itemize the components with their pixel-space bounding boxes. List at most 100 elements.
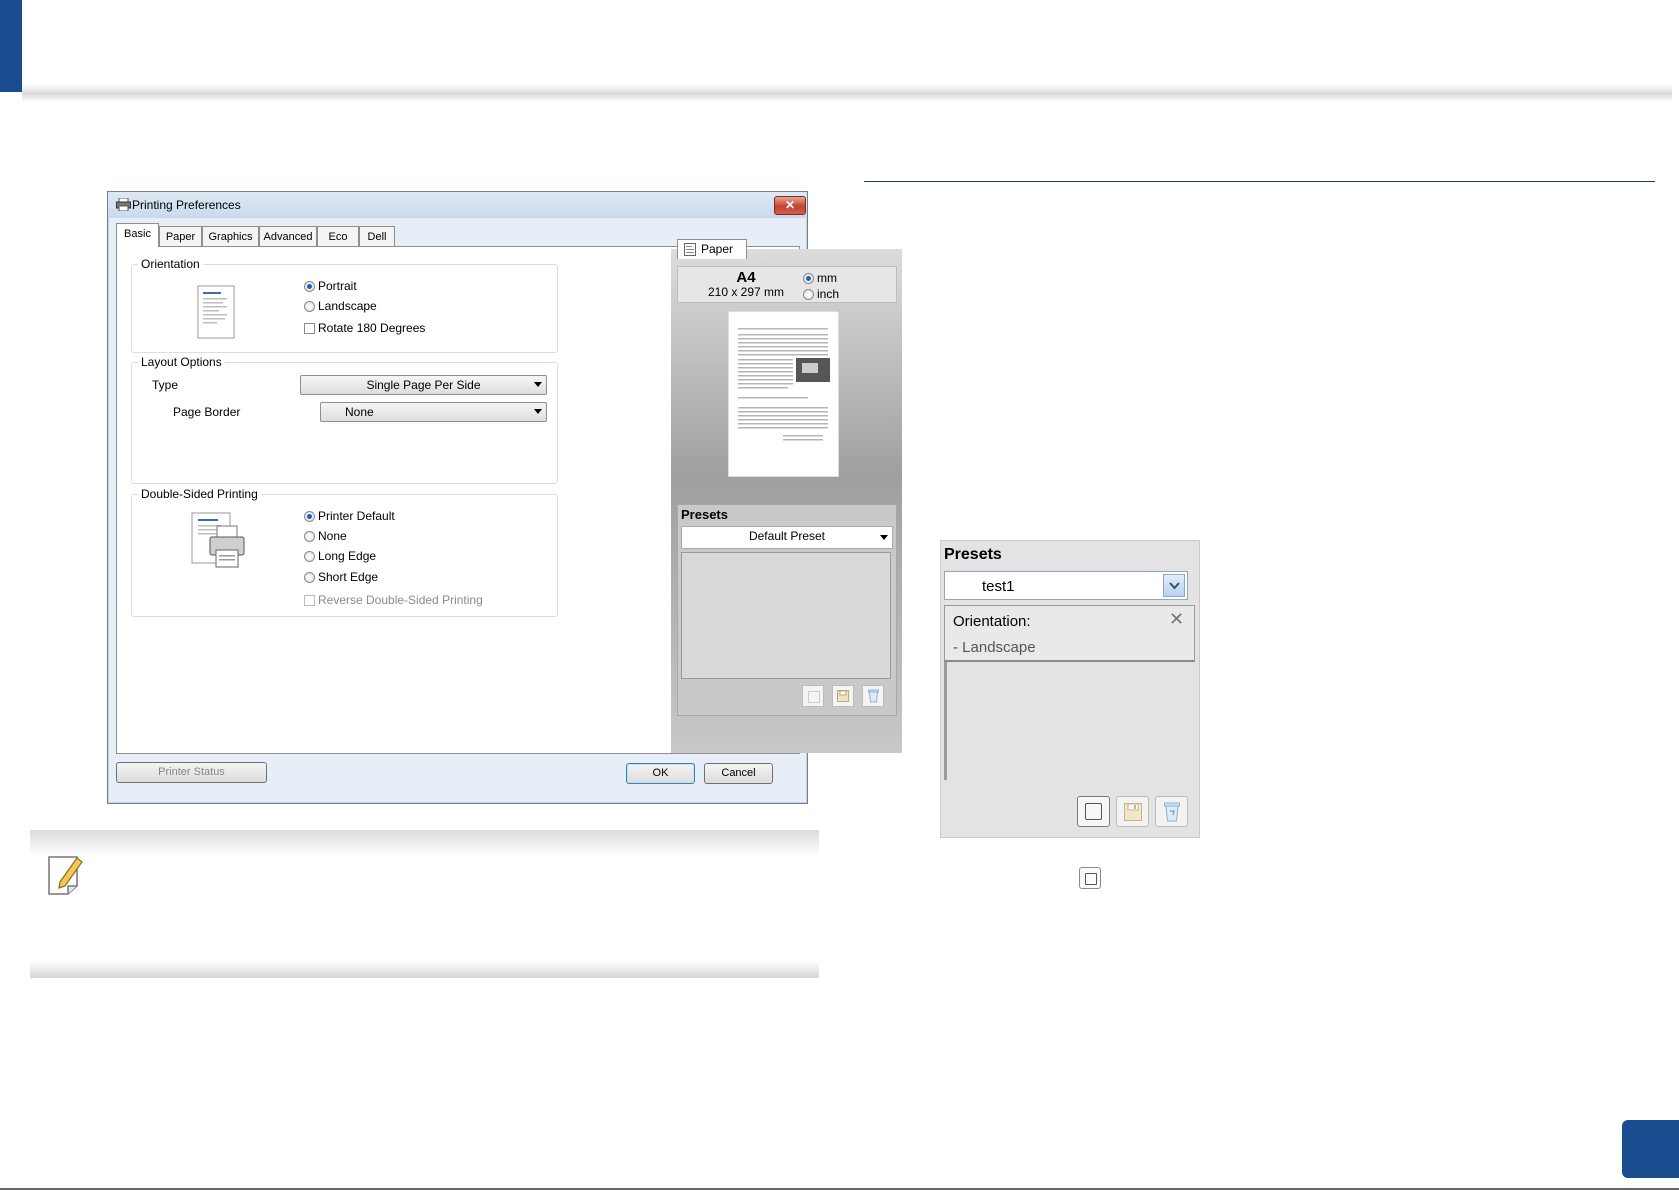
presets-zoom-dropdown-button[interactable] <box>1163 574 1185 597</box>
landscape-label: Landscape <box>318 299 377 313</box>
top-accent-bar <box>0 0 22 92</box>
page-number-badge <box>1622 1120 1679 1178</box>
preset-item-orientation[interactable]: Orientation: - Landscape ✕ <box>944 605 1195 662</box>
double-sided-label: Double-Sided Printing <box>138 487 261 501</box>
duplex-none-radio[interactable]: None <box>304 528 347 544</box>
page-border-value: None <box>345 405 374 419</box>
page-icon <box>684 243 696 256</box>
add-preset-icon <box>1085 803 1102 820</box>
unit-inch-label: inch <box>817 287 840 301</box>
presets-zoom-panel: Presets test1 Orientation: - Landscape ✕ <box>940 540 1200 838</box>
save-preset-zoom-button[interactable] <box>1116 796 1149 827</box>
paper-size-dims: 210 x 297 mm <box>707 285 785 299</box>
radio-selected-icon <box>803 272 814 284</box>
radio-icon <box>304 530 315 542</box>
delete-preset-button[interactable] <box>862 685 884 707</box>
presets-zoom-value: test1 <box>982 578 1015 595</box>
page-border-label: Page Border <box>173 405 241 419</box>
radio-selected-icon <box>304 510 315 522</box>
chevron-down-icon <box>1169 582 1180 590</box>
dialog-title: Printing Preferences <box>132 198 241 212</box>
paper-size-box: A4 210 x 297 mm mm inch <box>677 266 897 303</box>
presets-select[interactable]: Default Preset <box>681 526 893 549</box>
unit-inch-radio[interactable]: inch <box>803 286 839 302</box>
presets-zoom-label: Presets <box>944 546 1002 563</box>
dialog-titlebar[interactable]: Printing Preferences ✕ <box>108 192 807 218</box>
rotate-180-label: Rotate 180 Degrees <box>318 321 426 335</box>
long-edge-label: Long Edge <box>318 549 377 563</box>
printing-preferences-dialog: Printing Preferences ✕ Basic Paper Graph… <box>107 191 902 804</box>
add-preset-button[interactable] <box>802 685 824 707</box>
unit-mm-radio[interactable]: mm <box>803 270 837 286</box>
presets-zoom-select[interactable]: test1 <box>944 571 1188 600</box>
double-sided-group: Double-Sided Printing Printer Default No… <box>131 487 558 617</box>
preset-item-value: - Landscape <box>953 639 1036 656</box>
chevron-down-icon <box>534 409 542 414</box>
presets-label: Presets <box>681 507 728 522</box>
remove-item-icon[interactable]: ✕ <box>1169 609 1184 630</box>
short-edge-radio[interactable]: Short Edge <box>304 569 378 585</box>
printer-status-button[interactable]: Printer Status <box>116 762 267 783</box>
short-edge-label: Short Edge <box>318 570 379 584</box>
printer-default-label: Printer Default <box>318 509 395 523</box>
tab-eco[interactable]: Eco <box>317 226 359 246</box>
close-button[interactable]: ✕ <box>774 196 806 215</box>
note-box <box>30 830 819 978</box>
radio-icon <box>304 300 315 312</box>
radio-icon <box>803 288 814 300</box>
preset-list-border <box>944 662 947 780</box>
radio-icon <box>304 571 315 583</box>
add-preset-icon <box>1085 873 1097 885</box>
duplex-printer-icon <box>191 512 245 568</box>
long-edge-radio[interactable]: Long Edge <box>304 548 376 564</box>
paper-preview-panel: Paper A4 210 x 297 mm mm inch Presets De… <box>671 239 902 753</box>
layout-options-label: Layout Options <box>138 355 225 369</box>
radio-selected-icon <box>304 280 315 292</box>
tab-dell[interactable]: Dell <box>359 226 395 246</box>
paper-size-name: A4 <box>736 269 756 286</box>
page-border-select[interactable]: None <box>320 402 547 422</box>
cancel-button[interactable]: Cancel <box>704 763 773 784</box>
delete-preset-zoom-button[interactable] <box>1155 796 1188 827</box>
page-preview-thumbnail <box>728 311 839 477</box>
landscape-radio[interactable]: Landscape <box>304 298 377 314</box>
tab-basic[interactable]: Basic <box>116 223 159 247</box>
duplex-none-label: None <box>318 529 347 543</box>
reverse-duplex-checkbox[interactable]: Reverse Double-Sided Printing <box>304 592 483 608</box>
floppy-disk-icon <box>837 690 849 702</box>
layout-type-value: Single Page Per Side <box>366 378 481 392</box>
close-icon: ✕ <box>784 198 796 212</box>
section-rule <box>864 181 1655 182</box>
presets-section: Presets Default Preset <box>677 504 897 716</box>
header-shadow-rule <box>22 84 1672 102</box>
paper-preview-tab[interactable]: Paper <box>677 239 747 259</box>
layout-options-group: Layout Options Type Single Page Per Side… <box>131 355 558 484</box>
footer-rule <box>0 1188 1679 1190</box>
printer-default-radio[interactable]: Printer Default <box>304 508 395 524</box>
rotate-180-checkbox[interactable]: Rotate 180 Degrees <box>304 320 425 336</box>
chevron-down-icon <box>880 535 888 540</box>
checkbox-icon <box>304 322 315 334</box>
note-pencil-icon <box>48 856 83 895</box>
portrait-label: Portrait <box>318 279 357 293</box>
type-label: Type <box>152 378 179 392</box>
layout-type-select[interactable]: Single Page Per Side <box>300 375 547 395</box>
add-preset-zoom-button[interactable] <box>1077 796 1110 827</box>
printer-icon <box>116 198 131 211</box>
radio-icon <box>304 550 315 562</box>
orientation-group: Orientation Portrait Landscape Rotate 18… <box>131 257 558 353</box>
portrait-radio[interactable]: Portrait <box>304 278 357 294</box>
presets-value: Default Preset <box>748 529 826 543</box>
unit-mm-label: mm <box>817 271 837 285</box>
reverse-duplex-label: Reverse Double-Sided Printing <box>318 593 483 607</box>
tab-advanced[interactable]: Advanced <box>259 226 317 246</box>
ok-button[interactable]: OK <box>626 763 695 784</box>
tab-graphics[interactable]: Graphics <box>202 226 259 246</box>
preset-item-title: Orientation: <box>953 613 1031 630</box>
checkbox-icon <box>304 594 315 606</box>
recycle-bin-icon <box>868 689 879 703</box>
add-preset-inline-icon <box>1079 867 1101 889</box>
save-preset-button[interactable] <box>832 685 854 707</box>
preset-items-list[interactable] <box>681 552 891 679</box>
tab-paper[interactable]: Paper <box>159 226 202 246</box>
